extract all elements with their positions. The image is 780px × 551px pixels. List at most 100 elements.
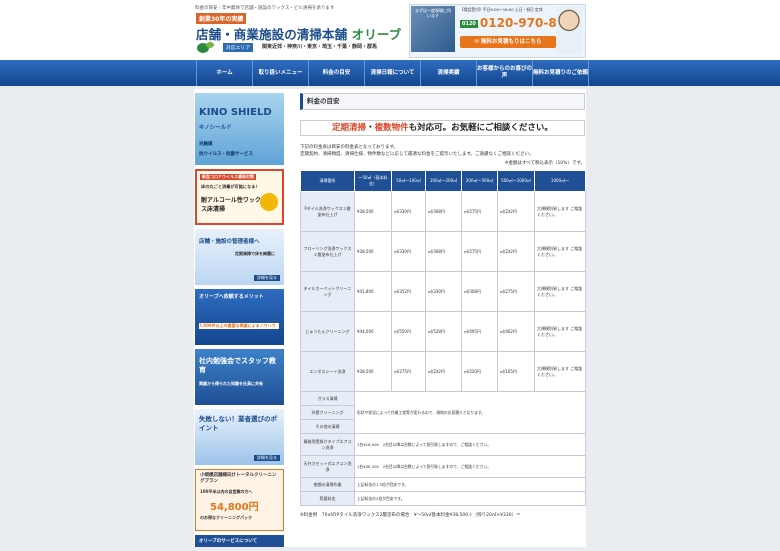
area-badge: 対応エリア	[223, 43, 253, 52]
note-service: 夜間の清掃作業	[300, 477, 355, 492]
row-c5: ㎡/242円	[497, 191, 535, 232]
kino-shield-title: KINO SHIELD	[199, 107, 272, 118]
founded-badge: 創業30年の実績	[196, 13, 247, 24]
service-area-list: 関東近郊・神奈川・東京・埼玉・千葉・静岡・群馬	[262, 44, 378, 50]
row-base: ¥38,500	[354, 231, 392, 272]
nav-daily-report[interactable]: 清掃日報について	[364, 60, 420, 86]
header-100-200: 100㎡～200㎡	[425, 170, 462, 192]
header-50-100: 50㎡～100㎡	[391, 170, 426, 192]
intro-line-2: 定期契約、清掃頻度、清掃仕様、物件数などに応じて最適な料金をご提示いたします。ご…	[300, 152, 534, 157]
callout: 定期清掃・複数物件も対応可。お気軽にご相談ください。	[300, 120, 585, 136]
manager-banner-sub: 定期清掃で床を綺麗に	[235, 251, 275, 256]
contractor-tips-banner[interactable]: 失敗しない！業者選びのポイント 詳細を見る	[195, 409, 284, 465]
site-header: 料金の目安｜年中無休で店舗・施設のワックス・ビル清掃を承ります 創業30年の実績…	[0, 0, 780, 60]
row-c2: ㎡/550円	[391, 311, 426, 352]
row-c4: ㎡/275円	[461, 191, 498, 232]
note-service: 天井カセット式エアコン洗浄	[300, 455, 355, 478]
table-row: Pタイル洗浄ワックス２層塗布仕上げ ¥38,500 ㎡/330円 ㎡/308円 …	[300, 191, 586, 232]
intro-line-1: 下記の料金表は目安の料金表となっております。	[300, 145, 399, 150]
kino-shield-sub: キノシールド	[199, 125, 232, 131]
header-service: 清掃箇所	[300, 170, 355, 192]
note-service: その他の清掃	[300, 419, 355, 434]
header-200-500: 200㎡～500㎡	[461, 170, 498, 192]
merit-banner-sub: 7,000件以上の豊富な実績によるノウハウ	[199, 323, 279, 329]
nav-results[interactable]: 清掃実績	[420, 60, 476, 86]
cleaning-plan-price: 54,800円	[210, 502, 259, 513]
row-c4: ㎡/308円	[461, 271, 498, 312]
row-c3: ㎡/330円	[425, 271, 462, 312]
kino-shield-caption-2: 抗ウイルス・抗菌サービス	[199, 152, 253, 157]
price-table: 清掃箇所 ～50㎡（基本料金） 50㎡～100㎡ 100㎡～200㎡ 200㎡～…	[300, 170, 586, 506]
free-quote-button[interactable]: ✉ 無料お見積もりはこちら	[460, 36, 556, 48]
table-row: 業務用壁掛けタイプエアコン洗浄 1台¥16,500 2台目以降は台数によって割引…	[300, 433, 586, 456]
global-nav: ホーム 取り扱いメニュー 料金の目安 清掃日報について 清掃実績 お客様からのお…	[0, 60, 780, 86]
row-c4: ㎡/220円	[461, 351, 498, 392]
alcohol-banner-head: 新型コロナウイルス感染対策	[200, 174, 256, 180]
callout-regular: 定期清掃	[332, 123, 367, 133]
free-dial-icon: 0120	[460, 19, 478, 28]
row-c2: ㎡/352円	[391, 271, 426, 312]
row-c4: ㎡/495円	[461, 311, 498, 352]
note-text: 1台¥16,500 2台目以降は台数によって割引致しますので、ご相談ください。	[354, 433, 586, 456]
row-c6: 大規模別致します ご相談ください。	[534, 351, 586, 392]
header-1000-plus: 1000㎡～	[534, 170, 586, 192]
section-heading: 料金の目安	[300, 93, 585, 110]
header-500-1000: 500㎡～1000㎡	[497, 170, 535, 192]
alcohol-banner-main: 耐アルコール性ワックス床清掃	[201, 197, 261, 213]
row-c6: 大規模別致します ご相談ください。	[534, 191, 586, 232]
row-base: ¥38,500	[354, 191, 392, 232]
sidebar: KINO SHIELD キノシールド 光触媒 抗ウイルス・抗菌サービス 新型コロ…	[195, 93, 284, 551]
row-c2: ㎡/330円	[391, 231, 426, 272]
table-row: じゅうたんクリーニング ¥44,000 ㎡/550円 ㎡/528円 ㎡/495円…	[300, 311, 586, 352]
contractor-tips-title: 失敗しない！業者選びのポイント	[199, 415, 277, 432]
merit-banner-title: オリーブへ依頼するメリット	[199, 294, 264, 300]
table-row: ガラス清掃 形状や状況によって作業工程等が変わるので、現地のお見積りとなります。	[300, 391, 586, 434]
services-banner[interactable]: オリーブのサービスについて	[195, 535, 284, 547]
table-row: 祭要料金 上記料金の2倍が目安です。	[300, 491, 586, 506]
table-row: タイルカーペットクリーニング ¥41,800 ㎡/352円 ㎡/330円 ㎡/3…	[300, 271, 586, 312]
row-c2: ㎡/275円	[391, 351, 426, 392]
row-base: ¥44,000	[354, 311, 392, 352]
row-c4: ㎡/275円	[461, 231, 498, 272]
staff-training-sub: 実績から得られた知識を社員に共有	[199, 381, 263, 386]
note-service: ガラス清掃	[300, 391, 355, 406]
kino-shield-banner[interactable]: KINO SHIELD キノシールド 光触媒 抗ウイルス・抗菌サービス	[195, 93, 284, 165]
nav-quote-request[interactable]: 無料お見積りのご依頼	[532, 60, 589, 86]
nav-pricing[interactable]: 料金の目安	[308, 60, 364, 86]
table-row: 夜間の清掃作業 上記料金の1.5倍が目安です。	[300, 477, 586, 492]
row-base: ¥38,500	[354, 351, 392, 392]
alcohol-wax-banner[interactable]: 新型コロナウイルス感染対策 床の丸ごと消毒が可能になる！ 耐アルコール性ワックス…	[195, 169, 284, 225]
contractor-tips-more[interactable]: 詳細を見る	[254, 455, 280, 461]
table-row: 天井カセット式エアコン洗浄 1台¥36,300 2台目以降は台数によって割引致し…	[300, 455, 586, 478]
manager-banner[interactable]: 店舗・施設の管理者様へ 定期清掃で床を綺麗に 詳細を見る	[195, 229, 284, 285]
row-service: エンボスシート洗浄	[300, 351, 355, 392]
alcohol-badge-icon	[260, 193, 278, 211]
pricing-footnote: ※料金例 70㎡のPタイル洗浄ワックス2層塗布の場合 ¥～50㎡基本料金¥38,…	[300, 513, 521, 518]
manager-banner-title: 店舗・施設の管理者様へ	[199, 239, 260, 245]
site-title[interactable]: 店舗・商業施設の清掃本舗 オリーブ	[196, 24, 401, 43]
page: 料金の目安｜年中無休で店舗・施設のワックス・ビル清掃を承ります 創業30年の実績…	[0, 0, 780, 547]
row-service: フローリング洗浄ワックス２層塗布仕上げ	[300, 231, 355, 272]
row-base: ¥41,800	[354, 271, 392, 312]
row-c5: ㎡/242円	[497, 231, 535, 272]
note-text: 1台¥36,300 2台目以降は台数によって割引致しますので、ご相談ください。	[354, 455, 586, 478]
header-tagline: 料金の目安｜年中無休で店舗・施設のワックス・ビル清掃を承ります	[195, 6, 335, 11]
staff-training-banner[interactable]: 社内勉強会でスタッフ教育 実績から得られた知識を社員に共有	[195, 349, 284, 405]
services-banner-title: オリーブのサービスについて	[199, 539, 258, 544]
cleaning-plan-banner[interactable]: 小規模店舗様向けトータルクリーニングプラン 100平米以内の自営業の方へ 54,…	[195, 469, 284, 531]
main-content: 料金の目安 定期清掃・複数物件も対応可。お気軽にご相談ください。 下記の料金表は…	[300, 93, 586, 518]
callout-multiple: 複数物件	[374, 123, 409, 133]
note-text: 上記料金の1.5倍が目安です。	[354, 477, 586, 492]
note-service: 業務用壁掛けタイプエアコン洗浄	[300, 433, 355, 456]
manager-banner-more[interactable]: 詳細を見る	[254, 275, 280, 281]
olive-logo-icon	[197, 42, 214, 53]
cleaning-plan-tail: のお得なクリーニングパック	[200, 515, 252, 520]
merit-banner[interactable]: オリーブへ依頼するメリット 7,000件以上の豊富な実績によるノウハウ	[195, 289, 284, 345]
header-base: ～50㎡（基本料金）	[354, 170, 392, 192]
nav-menu[interactable]: 取り扱いメニュー	[252, 60, 308, 86]
intro-text: 下記の料金表は目安の料金表となっております。 定期契約、清掃頻度、清掃仕様、物件…	[300, 144, 585, 158]
row-c2: ㎡/330円	[391, 191, 426, 232]
nav-testimonials[interactable]: お客様からのお喜びの声	[476, 60, 532, 86]
note-service: 外壁クリーニング	[300, 405, 355, 420]
nav-home[interactable]: ホーム	[196, 60, 252, 86]
